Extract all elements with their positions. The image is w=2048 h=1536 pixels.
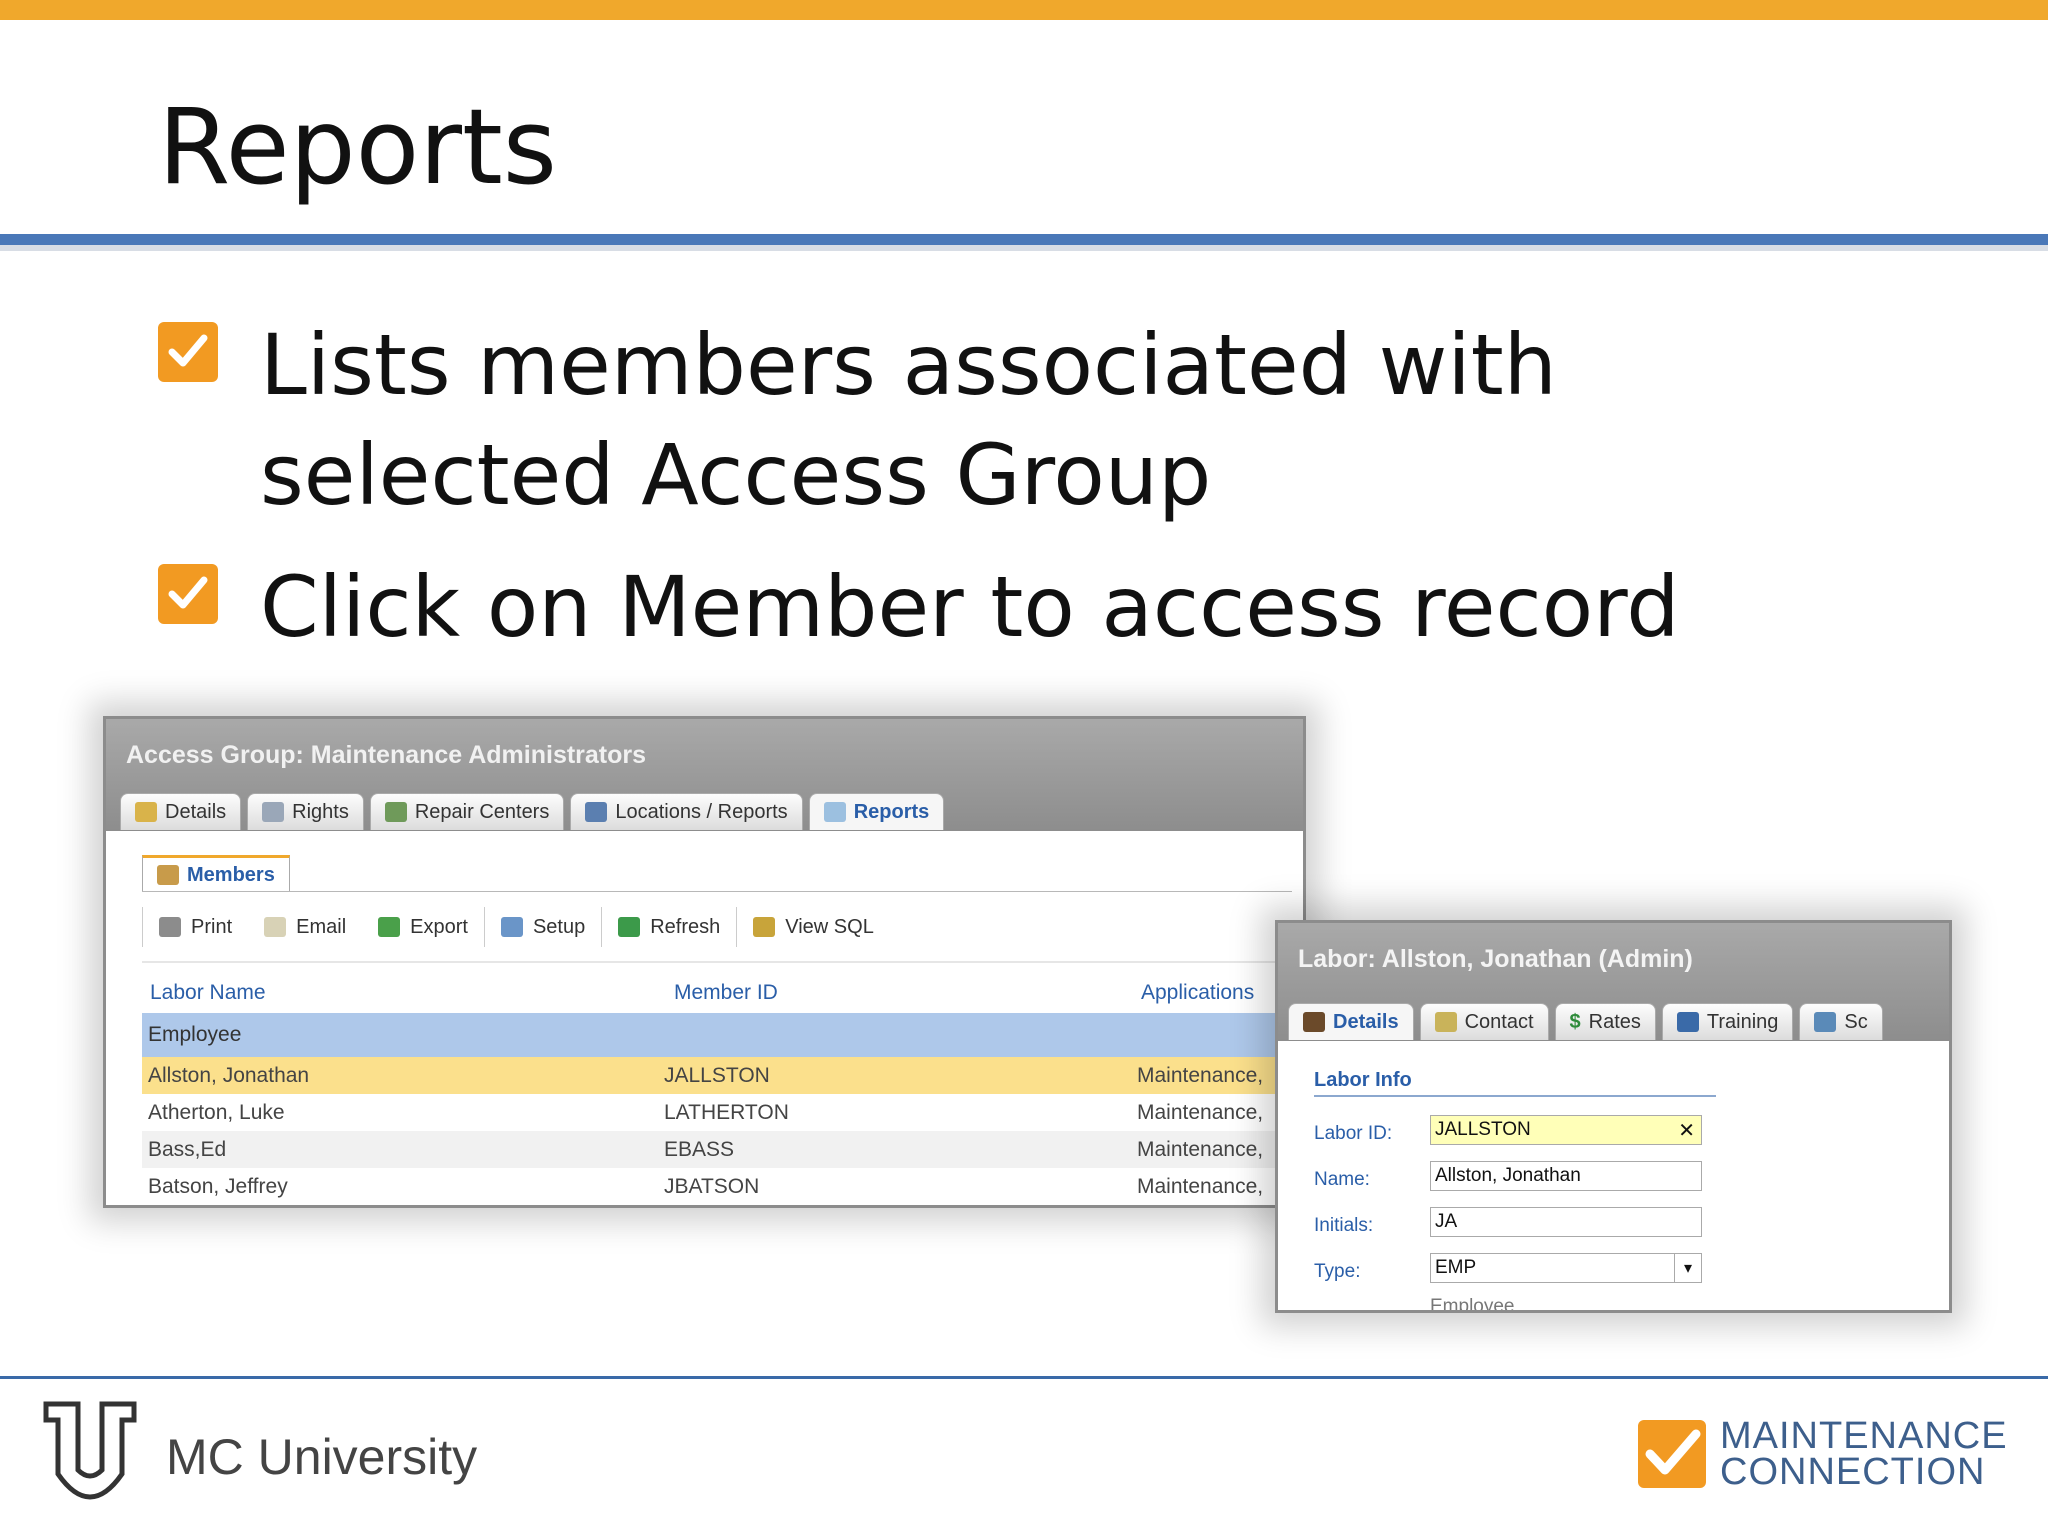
tab-repair-centers[interactable]: Repair Centers [369, 793, 565, 830]
tab-locations-reports[interactable]: Locations / Reports [570, 793, 803, 830]
labor-id-label: Labor ID: [1314, 1123, 1393, 1144]
type-select[interactable]: EMP ▾ [1430, 1253, 1702, 1283]
clock-icon [1814, 1012, 1837, 1032]
printer-icon [159, 917, 181, 937]
person-icon [1303, 1012, 1325, 1032]
column-header-applications[interactable]: Applications [1141, 981, 1254, 1005]
members-icon [157, 865, 179, 885]
location-icon [585, 802, 608, 822]
footer-brand: MC University [166, 1429, 478, 1485]
email-button[interactable]: Email [248, 899, 362, 955]
dollar-icon: $ [1569, 1010, 1581, 1033]
database-icon [753, 917, 776, 937]
phone-icon [1434, 1012, 1457, 1032]
table-row[interactable]: Atherton, Luke LATHERTON Maintenance, [142, 1094, 1302, 1131]
window-header: Access Group: Maintenance Administrators… [106, 719, 1303, 831]
refresh-button[interactable]: Refresh [602, 899, 736, 955]
refresh-icon [618, 917, 641, 937]
subtab-members[interactable]: Members [142, 855, 290, 892]
title-rule [0, 234, 2048, 245]
window-header: Labor: Allston, Jonathan (Admin) Details… [1278, 923, 1949, 1041]
toolbar: Print Email Export Setup Refresh View SQ… [142, 899, 890, 955]
export-icon [378, 917, 401, 937]
section-rule [1314, 1095, 1716, 1097]
print-button[interactable]: Print [143, 899, 248, 955]
maintenance-connection-logo-icon [1638, 1420, 1706, 1488]
group-row[interactable]: Employee [142, 1013, 1302, 1057]
column-header-labor-name[interactable]: Labor Name [150, 981, 266, 1005]
top-accent-stripe [0, 0, 2048, 20]
tab-bar: Details Contact $ Rates Training Sc [1288, 1003, 1883, 1040]
grid-header: Labor Name Member ID Applications [142, 971, 1302, 1013]
tab-rights[interactable]: Rights [247, 793, 364, 830]
email-icon [264, 917, 287, 937]
tab-reports[interactable]: Reports [808, 793, 945, 830]
members-grid: Labor Name Member ID Applications Employ… [142, 971, 1302, 1205]
window-title: Access Group: Maintenance Administrators [126, 741, 647, 769]
training-icon [1676, 1012, 1699, 1032]
maintenance-connection-logo: MAINTENANCE CONNECTION [1720, 1415, 2008, 1493]
footer-rule [0, 1376, 2048, 1379]
checkbox-icon [158, 564, 218, 624]
export-button[interactable]: Export [362, 899, 484, 955]
tab-schedule[interactable]: Sc [1799, 1003, 1883, 1040]
tab-details[interactable]: Details [1288, 1003, 1414, 1040]
type-description: Employee [1430, 1296, 1515, 1313]
section-title: Labor Info [1314, 1069, 1412, 1091]
bullet-2: Click on Member to access record [158, 552, 1860, 662]
labor-window: Labor: Allston, Jonathan (Admin) Details… [1275, 920, 1952, 1313]
access-group-window: Access Group: Maintenance Administrators… [103, 716, 1306, 1208]
tab-bar: Details Rights Repair Centers Locations … [120, 793, 945, 830]
bullet-text: Lists members associated with selected A… [260, 316, 1557, 524]
repair-center-icon [384, 802, 407, 822]
bullet-text: Click on Member to access record [260, 558, 1680, 656]
name-field[interactable]: Allston, Jonathan [1430, 1161, 1702, 1191]
divider [142, 961, 1292, 963]
tab-rates[interactable]: $ Rates [1554, 1003, 1656, 1040]
table-row[interactable]: Allston, Jonathan JALLSTON Maintenance, [142, 1057, 1302, 1094]
university-logo-icon [42, 1400, 138, 1514]
table-row[interactable]: Bass,Ed EBASS Maintenance, [142, 1131, 1302, 1168]
window-body: Members Print Email Export Setup Refresh… [106, 831, 1303, 1205]
clear-icon[interactable]: ✕ [1678, 1118, 1695, 1143]
window-title: Labor: Allston, Jonathan (Admin) [1298, 945, 1693, 973]
chevron-down-icon[interactable]: ▾ [1674, 1254, 1701, 1282]
bullet-1: Lists members associated with selected A… [158, 310, 1860, 530]
type-label: Type: [1314, 1261, 1361, 1282]
column-header-member-id[interactable]: Member ID [674, 981, 778, 1005]
initials-field[interactable]: JA [1430, 1207, 1702, 1237]
reports-icon [823, 802, 846, 822]
tab-details[interactable]: Details [120, 793, 242, 830]
checkbox-icon [158, 322, 218, 382]
tab-contact[interactable]: Contact [1419, 1003, 1549, 1040]
name-label: Name: [1314, 1169, 1370, 1190]
labor-id-field[interactable]: JALLSTON ✕ [1430, 1115, 1702, 1145]
table-row[interactable]: Batson, Jeffrey JBATSON Maintenance, [142, 1168, 1302, 1205]
initials-label: Initials: [1314, 1215, 1374, 1236]
title-rule-shadow [0, 245, 2048, 251]
view-sql-button[interactable]: View SQL [737, 899, 890, 955]
divider [142, 891, 1292, 892]
setup-icon [500, 917, 523, 937]
tab-training[interactable]: Training [1661, 1003, 1794, 1040]
rights-icon [262, 802, 285, 822]
setup-button[interactable]: Setup [485, 899, 601, 955]
key-icon [135, 802, 157, 822]
slide-title: Reports [158, 86, 557, 208]
